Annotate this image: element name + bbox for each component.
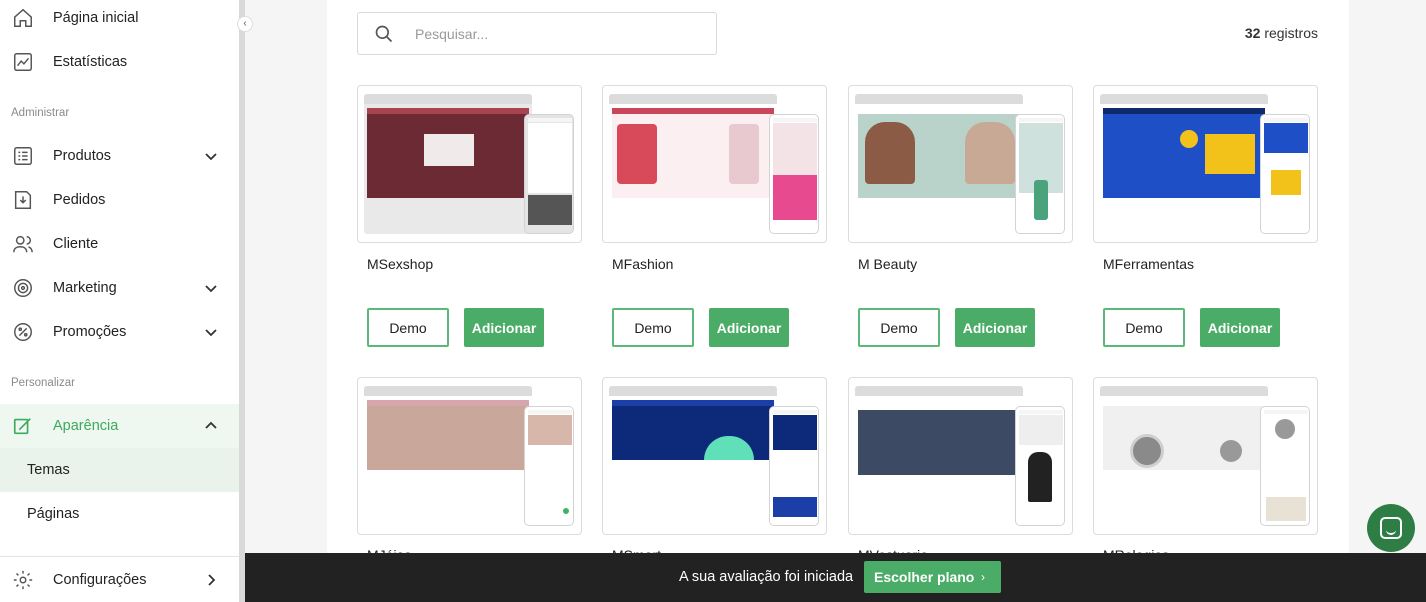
sidebar-item-label: Estatísticas <box>53 54 128 70</box>
sidebar-subitem-pages[interactable]: Páginas <box>0 492 240 536</box>
sidebar-subitem-label: Temas <box>27 462 70 478</box>
theme-name: MFerramentas <box>1103 256 1195 272</box>
choose-plan-label: Escolher plano <box>874 569 975 585</box>
add-theme-button[interactable]: Adicionar <box>955 308 1035 347</box>
sidebar-item-stats[interactable]: Estatísticas <box>0 40 240 84</box>
demo-button[interactable]: Demo <box>367 308 449 347</box>
sidebar: Página inicial Estatísticas Administrar … <box>0 0 240 602</box>
sidebar-item-products[interactable]: Produtos <box>0 134 240 178</box>
section-title-admin: Administrar <box>11 107 70 119</box>
sidebar-item-label: Cliente <box>53 236 99 252</box>
chevron-right-icon: › <box>981 570 985 584</box>
trial-banner: A sua avaliação foi iniciada Escolher pl… <box>245 553 1426 602</box>
search-box <box>357 12 717 55</box>
chat-button[interactable] <box>1367 504 1415 552</box>
sidebar-item-label: Pedidos <box>53 192 106 208</box>
chat-icon <box>1380 517 1402 539</box>
chevron-down-icon <box>205 329 217 337</box>
sidebar-item-settings[interactable]: Configurações <box>0 558 240 602</box>
theme-thumbnail-mrelogios[interactable] <box>1093 377 1318 535</box>
search-input[interactable] <box>415 24 705 44</box>
theme-thumbnail-mferramentas[interactable] <box>1093 85 1318 243</box>
add-theme-button[interactable]: Adicionar <box>1200 308 1280 347</box>
users-icon <box>13 235 33 253</box>
theme-name: MFashion <box>612 256 674 272</box>
chevron-right-icon <box>208 574 216 586</box>
orders-icon <box>14 191 32 209</box>
section-title-personalize: Personalizar <box>11 377 75 389</box>
sidebar-item-appearance[interactable]: Aparência <box>0 404 240 448</box>
sidebar-item-marketing[interactable]: Marketing <box>0 266 240 310</box>
sidebar-item-orders[interactable]: Pedidos <box>0 178 240 222</box>
chart-icon <box>14 53 32 71</box>
home-icon <box>14 8 32 27</box>
theme-thumbnail-msmart[interactable] <box>602 377 827 535</box>
collapse-sidebar-button[interactable]: ‹ <box>237 16 253 32</box>
sidebar-item-label: Marketing <box>53 280 117 296</box>
demo-button[interactable]: Demo <box>858 308 940 347</box>
sidebar-item-home[interactable]: Página inicial <box>0 0 240 40</box>
theme-thumbnail-mbeauty[interactable] <box>848 85 1073 243</box>
sidebar-subitem-label: Páginas <box>27 506 80 522</box>
sidebar-item-customers[interactable]: Cliente <box>0 222 240 266</box>
theme-thumbnail-msexshop[interactable] <box>357 85 582 243</box>
demo-button[interactable]: Demo <box>1103 308 1185 347</box>
sidebar-item-label: Promoções <box>53 324 127 340</box>
chevron-down-icon <box>205 153 217 161</box>
list-icon <box>14 147 32 165</box>
records-count: 32 registros <box>1245 25 1318 41</box>
percent-icon <box>14 323 32 341</box>
records-label: registros <box>1264 25 1318 41</box>
target-icon <box>14 279 32 297</box>
trial-message: A sua avaliação foi iniciada <box>679 569 854 585</box>
theme-name: M Beauty <box>858 256 918 272</box>
sidebar-item-label: Configurações <box>53 572 147 588</box>
edit-icon <box>13 418 31 435</box>
sidebar-item-label: Página inicial <box>53 10 139 26</box>
add-theme-button[interactable]: Adicionar <box>709 308 789 347</box>
divider <box>0 556 240 557</box>
sidebar-subitem-themes[interactable]: Temas <box>0 448 240 492</box>
sidebar-scrollbar[interactable] <box>239 0 245 602</box>
records-number: 32 <box>1244 25 1261 41</box>
theme-thumbnail-mvestuario[interactable] <box>848 377 1073 535</box>
chevron-up-icon <box>205 421 217 429</box>
search-icon <box>375 25 393 43</box>
sidebar-item-label: Produtos <box>53 148 112 164</box>
sidebar-item-label: Aparência <box>53 418 119 434</box>
demo-button[interactable]: Demo <box>612 308 694 347</box>
choose-plan-button[interactable]: Escolher plano › <box>864 561 1001 593</box>
theme-thumbnail-mfashion[interactable] <box>602 85 827 243</box>
gear-icon <box>13 570 33 590</box>
chevron-down-icon <box>205 285 217 293</box>
sidebar-item-promotions[interactable]: Promoções <box>0 310 240 354</box>
theme-thumbnail-mjoias[interactable] <box>357 377 582 535</box>
add-theme-button[interactable]: Adicionar <box>464 308 544 347</box>
theme-name: MSexshop <box>367 256 434 272</box>
